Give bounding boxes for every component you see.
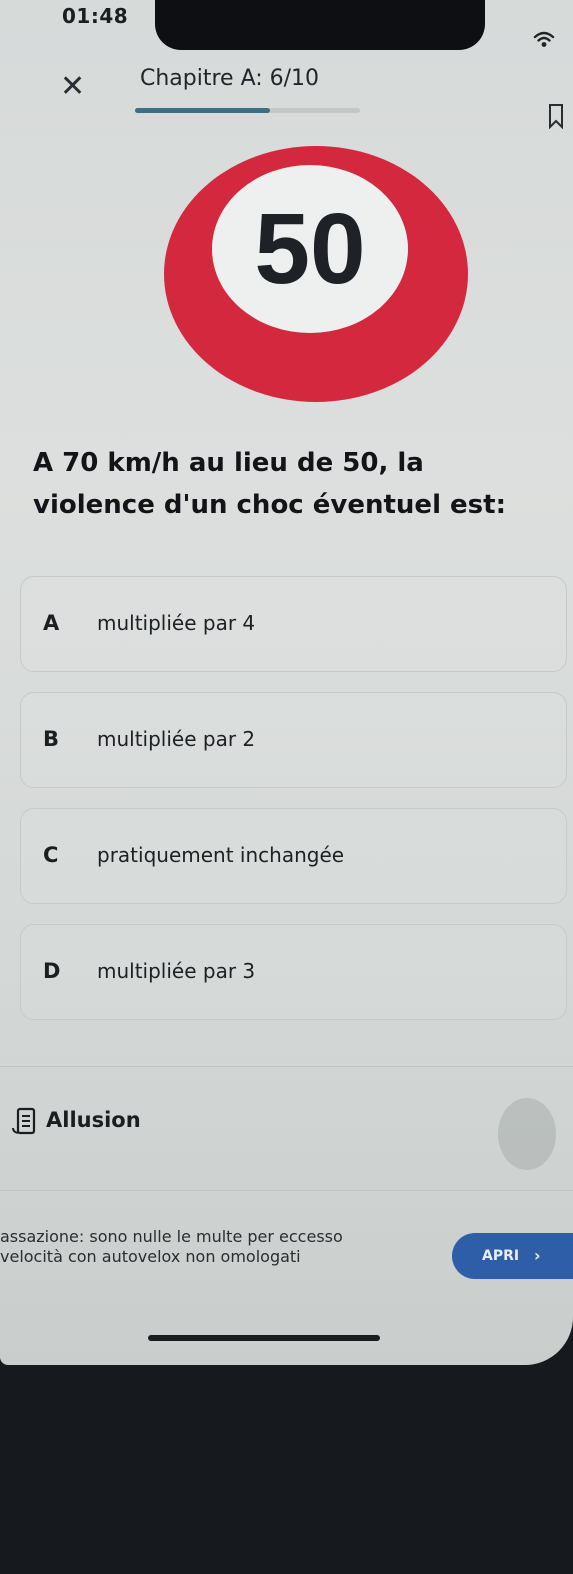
answer-option-c[interactable]: C pratiquement inchangée <box>20 808 567 904</box>
option-letter: A <box>43 611 60 635</box>
option-letter: B <box>43 727 60 751</box>
answer-option-d[interactable]: D multipliée par 3 <box>20 924 567 1020</box>
option-text: pratiquement inchangée <box>97 843 345 867</box>
answer-option-a[interactable]: A multipliée par 4 <box>20 576 567 672</box>
progress-bar <box>135 108 360 113</box>
close-icon: ✕ <box>60 69 86 104</box>
hint-label: Allusion <box>46 1108 141 1132</box>
answer-option-b[interactable]: B multipliée par 2 <box>20 692 567 788</box>
bookmark-icon[interactable] <box>548 103 564 129</box>
option-text: multipliée par 2 <box>97 727 256 751</box>
book-icon <box>12 1107 36 1135</box>
device-notch <box>155 0 485 50</box>
ad-open-button[interactable]: APRI › <box>452 1233 573 1279</box>
wifi-icon <box>533 31 555 47</box>
hint-toggle-button[interactable] <box>498 1098 556 1170</box>
ad-line-2: velocità con autovelox non omologati <box>0 1247 301 1266</box>
chapter-label: Chapitre A: 6/10 <box>140 66 320 91</box>
hint-section[interactable]: Allusion <box>0 1068 573 1198</box>
speed-limit-sign: 50 <box>164 146 468 402</box>
ad-open-label: APRI <box>482 1248 520 1264</box>
status-time: 01:48 <box>62 4 129 28</box>
progress-fill <box>135 108 270 113</box>
divider <box>0 1190 573 1191</box>
option-letter: D <box>43 959 61 983</box>
divider <box>0 1066 573 1067</box>
ad-line-1: assazione: sono nulle le multe per ecces… <box>0 1227 343 1246</box>
chevron-right-icon: › <box>534 1246 541 1265</box>
option-text: multipliée par 4 <box>97 611 256 635</box>
ad-banner-text: assazione: sono nulle le multe per ecces… <box>0 1227 440 1267</box>
sign-number: 50 <box>254 193 365 305</box>
home-indicator[interactable] <box>148 1335 380 1341</box>
question-text: A 70 km/h au lieu de 50, la violence d'u… <box>33 448 506 520</box>
app-screen: 01:48 ✕ Chapitre A: 6/10 50 A 70 km/h au… <box>0 0 573 1365</box>
close-button[interactable]: ✕ <box>60 72 85 102</box>
option-text: multipliée par 3 <box>97 959 256 983</box>
option-letter: C <box>43 843 59 867</box>
